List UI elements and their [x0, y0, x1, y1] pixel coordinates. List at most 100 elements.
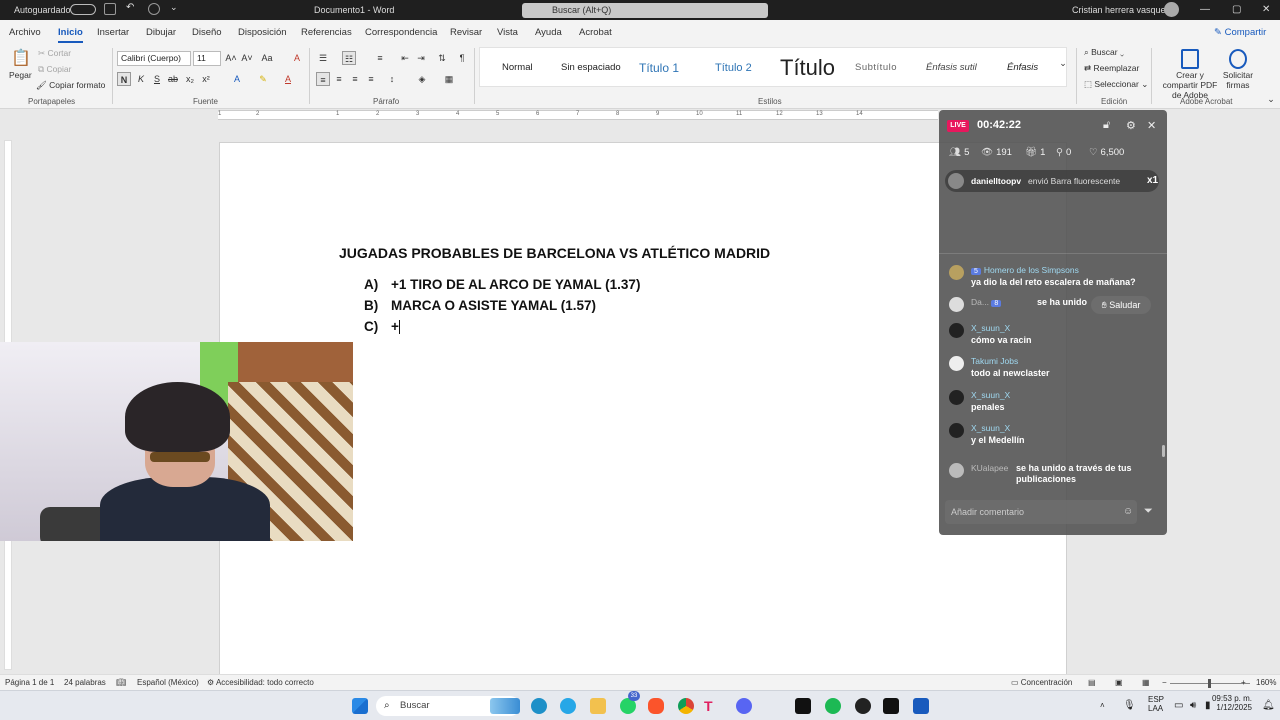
- clock[interactable]: 09:53 p. m. 1/12/2025: [1206, 694, 1252, 712]
- greet-button[interactable]: ✋︎ Saludar: [1091, 296, 1151, 314]
- chevron-up-icon[interactable]: ˄: [1100, 701, 1105, 710]
- tab-diseno[interactable]: Diseño: [192, 27, 222, 38]
- settings-icon[interactable]: ⚙: [1126, 119, 1136, 132]
- chat-scrollbar[interactable]: [1162, 445, 1165, 457]
- italic-icon[interactable]: K: [134, 72, 148, 86]
- style-titulo-2[interactable]: Título 2: [715, 48, 752, 88]
- close-icon[interactable]: ✕: [1262, 4, 1270, 15]
- paste-icon[interactable]: 📋: [11, 48, 31, 68]
- microphone-icon[interactable]: 🎙︎: [1123, 700, 1136, 711]
- style-titulo[interactable]: Título: [780, 48, 835, 88]
- tab-inicio[interactable]: Inicio: [58, 27, 83, 43]
- language-indicator[interactable]: ESP LAA: [1148, 695, 1164, 713]
- sort-icon[interactable]: ⇅: [435, 51, 449, 65]
- borders-icon[interactable]: ▦: [442, 72, 456, 86]
- grow-font-icon[interactable]: A˄: [224, 51, 238, 65]
- word-count[interactable]: 24 palabras: [64, 678, 106, 687]
- tab-correspondencia[interactable]: Correspondencia: [365, 27, 437, 38]
- widget-icon[interactable]: [490, 698, 520, 714]
- avatar[interactable]: [1164, 2, 1179, 17]
- emoji-icon[interactable]: ☺: [1123, 506, 1133, 517]
- accessibility-status[interactable]: ⚙ Accesibilidad: todo correcto: [207, 678, 314, 687]
- shrink-font-icon[interactable]: A˅: [240, 51, 254, 65]
- align-left-icon[interactable]: ≡: [316, 72, 330, 86]
- style-enfasis[interactable]: Énfasis: [1007, 48, 1038, 88]
- create-pdf-button[interactable]: Crear y compartir PDF de Adobe: [1158, 70, 1222, 100]
- style-subtitulo[interactable]: Subtítulo: [855, 48, 897, 88]
- tab-dibujar[interactable]: Dibujar: [146, 27, 176, 38]
- windows-start-icon[interactable]: [352, 698, 368, 714]
- select-button[interactable]: ⬚ Seleccionar ⌄: [1084, 79, 1148, 90]
- clear-format-icon[interactable]: A: [290, 51, 304, 65]
- language-status[interactable]: Español (México): [137, 678, 199, 687]
- request-signatures-button[interactable]: Solicitar firmas: [1222, 70, 1254, 90]
- file-explorer-icon[interactable]: [590, 698, 606, 714]
- chrome-icon[interactable]: [678, 698, 694, 714]
- autosave-toggle[interactable]: [70, 4, 96, 15]
- text-effects-icon[interactable]: A: [230, 72, 244, 86]
- tab-vista[interactable]: Vista: [497, 27, 518, 38]
- undo-icon[interactable]: ↶: [126, 2, 138, 14]
- subscript-icon[interactable]: x₂: [183, 72, 197, 86]
- close-panel-icon[interactable]: ✕: [1147, 119, 1156, 132]
- style-normal[interactable]: Normal: [502, 48, 533, 88]
- collapse-ribbon-icon[interactable]: ⌄: [1264, 92, 1278, 106]
- line-spacing-icon[interactable]: ↕: [385, 72, 399, 86]
- tab-revisar[interactable]: Revisar: [450, 27, 482, 38]
- pilcrow-icon[interactable]: ¶: [455, 51, 469, 65]
- focus-mode[interactable]: ▭ Concentración: [1011, 678, 1072, 687]
- superscript-icon[interactable]: x²: [199, 72, 213, 86]
- page-count[interactable]: Página 1 de 1: [5, 678, 54, 687]
- tab-referencias[interactable]: Referencias: [301, 27, 352, 38]
- style-titulo-1[interactable]: Título 1: [639, 48, 679, 88]
- title-search-box[interactable]: Buscar (Alt+Q): [522, 3, 768, 18]
- zoom-in-icon[interactable]: +: [1241, 678, 1246, 687]
- format-painter-button[interactable]: 🖌 Copiar formato: [36, 80, 105, 91]
- telegram-icon[interactable]: [560, 698, 576, 714]
- read-mode-icon[interactable]: ▤: [1088, 678, 1096, 687]
- tab-archivo[interactable]: Archivo: [9, 27, 41, 38]
- user-name[interactable]: Cristian herrera vasquez: [1072, 5, 1170, 15]
- maximize-icon[interactable]: ▢: [1232, 4, 1241, 15]
- volume-icon[interactable]: 🔊︎: [1190, 700, 1196, 711]
- paste-button[interactable]: Pegar: [9, 70, 32, 80]
- bullets-icon[interactable]: ☰: [316, 51, 330, 65]
- comment-input[interactable]: Añadir comentario: [945, 500, 1137, 524]
- notifications-icon[interactable]: 🔔︎: [1262, 700, 1275, 711]
- filter-icon[interactable]: ⏷: [1144, 505, 1153, 518]
- align-right-icon[interactable]: ≡: [348, 72, 362, 86]
- customize-icon[interactable]: ⌄: [170, 2, 182, 14]
- minimize-icon[interactable]: —: [1200, 4, 1210, 15]
- edge-icon[interactable]: [531, 698, 547, 714]
- font-color-icon[interactable]: A: [281, 72, 295, 86]
- decrease-indent-icon[interactable]: ⇤: [398, 51, 412, 65]
- strikethrough-icon[interactable]: ab: [166, 72, 180, 86]
- proofing-icon[interactable]: 📖︎: [116, 678, 126, 687]
- numbering-icon[interactable]: ☷: [342, 51, 356, 65]
- spotify-icon[interactable]: [825, 698, 841, 714]
- list-item[interactable]: C) +: [364, 319, 400, 335]
- network-icon[interactable]: ▭: [1174, 700, 1183, 711]
- word-icon[interactable]: [913, 698, 929, 714]
- copy-button[interactable]: ⧉ Copiar: [38, 64, 71, 75]
- zoom-slider-thumb[interactable]: [1208, 679, 1211, 688]
- typora-icon[interactable]: T: [704, 698, 720, 714]
- tab-insertar[interactable]: Insertar: [97, 27, 129, 38]
- font-size-select[interactable]: 11: [193, 51, 221, 66]
- lock-icon[interactable]: 🔓︎: [1103, 119, 1110, 132]
- replace-button[interactable]: ⇄ Reemplazar: [1084, 63, 1139, 74]
- obs-icon[interactable]: [855, 698, 871, 714]
- bold-icon[interactable]: N: [117, 72, 131, 86]
- tab-ayuda[interactable]: Ayuda: [535, 27, 562, 38]
- font-name-select[interactable]: Calibri (Cuerpo): [117, 51, 191, 66]
- zoom-out-icon[interactable]: −: [1162, 678, 1167, 687]
- find-button[interactable]: ⌕ Buscar ⌄: [1084, 47, 1124, 58]
- zoom-level[interactable]: 160%: [1256, 678, 1276, 687]
- brave-icon[interactable]: [648, 698, 664, 714]
- shading-icon[interactable]: ◈: [415, 72, 429, 86]
- tiktok-icon[interactable]: [883, 698, 899, 714]
- tab-acrobat[interactable]: Acrobat: [579, 27, 612, 38]
- capcut-icon[interactable]: [795, 698, 811, 714]
- justify-icon[interactable]: ≡: [364, 72, 378, 86]
- document-heading[interactable]: JUGADAS PROBABLES DE BARCELONA VS ATLÉTI…: [339, 245, 770, 261]
